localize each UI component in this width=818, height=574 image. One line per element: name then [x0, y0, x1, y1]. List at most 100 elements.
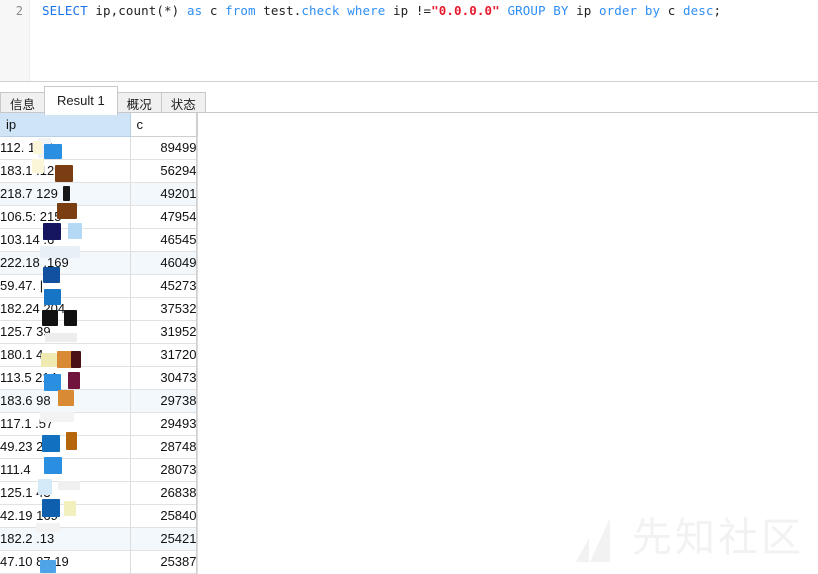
cell-count[interactable]: 46049: [130, 251, 198, 275]
cell-count[interactable]: 29493: [130, 412, 198, 436]
sql-query-text[interactable]: SELECT ip,count(*) as c from test.check …: [42, 2, 721, 20]
cell-ip-text: 222.18 .169: [0, 254, 69, 270]
table-row[interactable]: 222.18 .169 46049: [0, 251, 198, 275]
cell-ip[interactable]: 42.19 169: [0, 504, 131, 528]
result-grid[interactable]: ip c 112. 1.32 89499 183.1 .129 56294 218.7 …: [0, 113, 818, 574]
table-row[interactable]: 182.24 204 37532: [0, 297, 198, 321]
cell-ip[interactable]: 112. 1.32: [0, 136, 131, 160]
cell-ip[interactable]: 49.23 253: [0, 435, 131, 459]
sql-token-5: [202, 3, 210, 18]
sql-token-24: ip: [576, 3, 592, 18]
column-header-ip[interactable]: ip: [0, 113, 131, 137]
cell-count[interactable]: 45273: [130, 274, 198, 298]
sql-token-15: ip: [392, 3, 409, 18]
table-row[interactable]: 111.4 28073: [0, 458, 198, 482]
cell-ip[interactable]: 106.5: 215: [0, 205, 131, 229]
cell-count[interactable]: 46545: [130, 228, 198, 252]
cell-ip-text: 183.1 .129: [0, 162, 62, 178]
cell-count[interactable]: 25840: [130, 504, 198, 528]
table-row[interactable]: 47.10 87.19 25387: [0, 550, 198, 574]
table-row[interactable]: 49.23 253 28748: [0, 435, 198, 459]
sql-token-13: where: [347, 3, 386, 18]
cell-ip[interactable]: 117.1 .57: [0, 412, 131, 436]
cell-ip[interactable]: 113.5 214: [0, 366, 131, 390]
cell-count[interactable]: 29738: [130, 389, 198, 413]
table-row[interactable]: 183.1 .129 56294: [0, 159, 198, 183]
sql-token-33: ;: [713, 3, 722, 18]
sql-token-28: by: [644, 3, 661, 18]
cell-ip-text: 49.23 253: [0, 438, 58, 454]
cell-count[interactable]: 37532: [130, 297, 198, 321]
cell-ip[interactable]: 182.2 .13: [0, 527, 131, 551]
table-row[interactable]: 42.19 169 25840: [0, 504, 198, 528]
table-row[interactable]: 103.14 .6 46545: [0, 228, 198, 252]
table-row[interactable]: 180.1 4 31720: [0, 343, 198, 367]
cell-count[interactable]: 30473: [130, 366, 198, 390]
cell-ip-text: 182.24 204: [0, 300, 66, 316]
sql-token-11: check: [301, 3, 340, 18]
cell-count[interactable]: 31952: [130, 320, 198, 344]
watermark-text: 先知社区: [632, 515, 804, 561]
cell-ip[interactable]: 183.1 .129: [0, 159, 131, 183]
cell-ip[interactable]: 47.10 87.19: [0, 550, 131, 574]
tab-result-1[interactable]: Result 1: [44, 86, 118, 115]
cell-count[interactable]: 89499: [130, 136, 198, 160]
cell-ip[interactable]: 111.4: [0, 458, 131, 482]
cell-count[interactable]: 31720: [130, 343, 198, 367]
cell-count[interactable]: 47954: [130, 205, 198, 229]
sql-token-7: [217, 3, 225, 18]
sql-token-25: [591, 3, 599, 18]
table-row[interactable]: 218.7 129 49201: [0, 182, 198, 206]
table-row[interactable]: 112. 1.32 89499: [0, 136, 198, 160]
sql-token-27: [637, 3, 645, 18]
sql-token-2: ip,count(*): [95, 3, 180, 18]
table-row[interactable]: 106.5: 215 47954: [0, 205, 198, 229]
watermark-logo-icon: [576, 514, 622, 562]
cell-ip[interactable]: 222.18 .169: [0, 251, 131, 275]
cell-ip[interactable]: 183.6 98: [0, 389, 131, 413]
sql-token-17: !=: [415, 3, 432, 18]
result-tabstrip: 信息 Result 1 概况 状态: [0, 82, 818, 117]
table-row[interactable]: 125.7 39 31952: [0, 320, 198, 344]
cell-count[interactable]: 26838: [130, 481, 198, 505]
cell-count[interactable]: 49201: [130, 182, 198, 206]
cell-ip[interactable]: 218.7 129: [0, 182, 131, 206]
table-row[interactable]: 59.47. | 45273: [0, 274, 198, 298]
cell-ip-text: 125.7 39: [0, 323, 51, 339]
cell-ip-text: 117.1 .57: [0, 415, 54, 431]
sql-token-16: [408, 3, 416, 18]
cell-ip-text: 125.1 43: [0, 484, 51, 500]
column-header-c[interactable]: c: [130, 113, 198, 137]
editor-line-gutter: 2: [0, 0, 30, 82]
sql-editor[interactable]: 2 SELECT ip,count(*) as c from test.chec…: [0, 0, 818, 82]
table-row[interactable]: 117.1 .57 29493: [0, 412, 198, 436]
cell-ip[interactable]: 103.14 .6: [0, 228, 131, 252]
result-table: ip c 112. 1.32 89499 183.1 .129 56294 218.7 …: [0, 113, 198, 574]
table-row[interactable]: 183.6 98 29738: [0, 389, 198, 413]
cell-count[interactable]: 28748: [130, 435, 198, 459]
cell-count[interactable]: 28073: [130, 458, 198, 482]
sql-token-26: order: [599, 3, 638, 18]
cell-ip[interactable]: 59.47. |: [0, 274, 131, 298]
sql-token-8: from: [225, 3, 256, 18]
cell-count[interactable]: 56294: [130, 159, 198, 183]
cell-ip[interactable]: 125.1 43: [0, 481, 131, 505]
cell-ip[interactable]: 180.1 4: [0, 343, 131, 367]
cell-ip-text: 47.10 87.19: [0, 553, 69, 569]
cell-count[interactable]: 25421: [130, 527, 198, 551]
cell-ip-text: 59.47. |: [0, 277, 44, 293]
table-row[interactable]: 182.2 .13 25421: [0, 527, 198, 551]
table-row[interactable]: 113.5 214 30473: [0, 366, 198, 390]
cell-count[interactable]: 25387: [130, 550, 198, 574]
cell-ip-text: 42.19 169: [0, 507, 58, 523]
sql-token-31: [675, 3, 683, 18]
sql-token-29: [660, 3, 668, 18]
cell-ip[interactable]: 125.7 39: [0, 320, 131, 344]
sql-token-22: BY: [553, 3, 569, 18]
sql-token-18: "0.0.0.0": [431, 3, 500, 18]
tabstrip-underline: [0, 112, 818, 113]
table-row[interactable]: 125.1 43 26838: [0, 481, 198, 505]
cell-ip[interactable]: 182.24 204: [0, 297, 131, 321]
tab-list: 信息 Result 1 概况 状态: [0, 82, 206, 117]
cell-ip-text: 182.2 .13: [0, 530, 55, 546]
